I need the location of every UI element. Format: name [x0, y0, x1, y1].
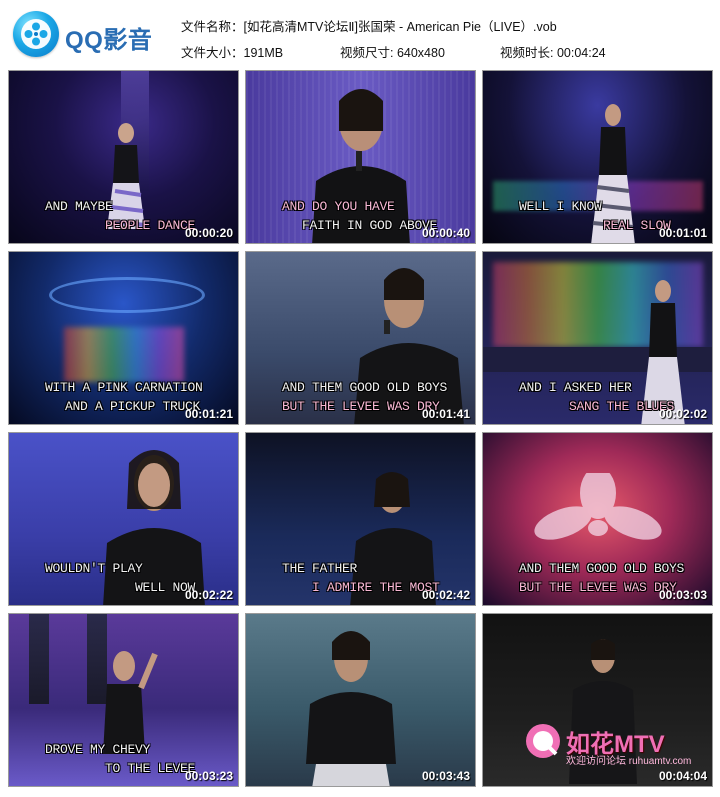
subtitle-line-1: AND MAYBE — [45, 199, 113, 214]
subtitle-line-1: AND I ASKED HER — [519, 380, 632, 395]
header: QQ影音 文件名称：[如花高清MTV论坛Ⅱ]张国荣 - American Pie… — [0, 0, 720, 66]
subtitle-line-2: PEOPLE DANCE — [105, 218, 196, 233]
ruhua-mtv-watermark: 如花MTV 欢迎访问论坛 ruhuamtv.com — [524, 720, 691, 768]
logo-text: QQ影音 — [65, 27, 153, 54]
file-size-row: 文件大小：191MB — [181, 42, 283, 61]
duration-label: 视频时长: — [500, 46, 557, 60]
resolution-row: 视频尺寸: 640x480 — [340, 42, 445, 61]
timestamp: 00:02:42 — [421, 588, 470, 602]
file-name-row: 文件名称：[如花高清MTV论坛Ⅱ]张国荣 - American Pie（LIVE… — [181, 16, 557, 35]
subtitle-line-1: AND THEM GOOD OLD BOYS — [282, 380, 448, 395]
subtitle-line-2: TO THE LEVEE — [105, 761, 196, 776]
subtitle-line-1: AND THEM GOOD OLD BOYS — [519, 561, 685, 576]
video-thumbnail[interactable]: 如花MTV 欢迎访问论坛 ruhuamtv.com 00:04:04 — [482, 613, 713, 787]
subtitle-line-2: FAITH IN GOD ABOVE — [302, 218, 438, 233]
video-thumbnail[interactable]: DROVE MY CHEVY TO THE LEVEE 00:03:23 — [8, 613, 239, 787]
timestamp: 00:00:40 — [421, 226, 470, 240]
qq-player-logo: QQ影音 — [13, 11, 165, 57]
subtitle-line-2: AND A PICKUP TRUCK — [65, 399, 201, 414]
video-thumbnail[interactable]: AND DO YOU HAVE FAITH IN GOD ABOVE 00:00… — [245, 70, 476, 244]
timestamp: 00:04:04 — [658, 769, 707, 783]
subtitle-line-2: I ADMIRE THE MOST — [312, 580, 440, 595]
video-thumbnail[interactable]: 00:03:43 — [245, 613, 476, 787]
file-name-label: 文件名称： — [181, 20, 244, 34]
timestamp: 00:03:43 — [421, 769, 470, 783]
subtitle-line-1: DROVE MY CHEVY — [45, 742, 151, 757]
timestamp: 00:01:41 — [421, 407, 470, 421]
ruhua-logo-icon — [526, 724, 560, 758]
resolution-label: 视频尺寸: — [340, 46, 397, 60]
timestamp: 00:02:22 — [184, 588, 233, 602]
file-size-value: 191MB — [243, 46, 284, 60]
subtitle-line-1: AND DO YOU HAVE — [282, 199, 395, 214]
file-name-value: [如花高清MTV论坛Ⅱ]张国荣 - American Pie（LIVE）.vob — [243, 20, 557, 34]
duration-value: 00:04:24 — [556, 46, 606, 60]
video-thumbnail[interactable]: AND I ASKED HER SANG THE BLUES 00:02:02 — [482, 251, 713, 425]
subtitle-line-2: BUT THE LEVEE WAS DRY — [282, 399, 440, 414]
video-thumbnail[interactable]: AND THEM GOOD OLD BOYS BUT THE LEVEE WAS… — [482, 432, 713, 606]
duration-row: 视频时长: 00:04:24 — [500, 42, 606, 61]
resolution-value: 640x480 — [396, 46, 445, 60]
timestamp: 00:01:21 — [184, 407, 233, 421]
subtitle-line-1: WELL I KNOW — [519, 199, 602, 214]
video-thumbnail[interactable]: THE FATHER I ADMIRE THE MOST 00:02:42 — [245, 432, 476, 606]
timestamp: 00:00:20 — [184, 226, 233, 240]
video-thumbnail[interactable]: AND THEM GOOD OLD BOYS BUT THE LEVEE WAS… — [245, 251, 476, 425]
video-thumbnail[interactable]: AND MAYBE PEOPLE DANCE 00:00:20 — [8, 70, 239, 244]
timestamp: 00:02:02 — [658, 407, 707, 421]
subtitle-line-1: WOULDN'T PLAY — [45, 561, 143, 576]
timestamp: 00:03:23 — [184, 769, 233, 783]
subtitle-line-2: BUT THE LEVEE WAS DRY — [519, 580, 677, 595]
watermark-subtext: 欢迎访问论坛 ruhuamtv.com — [566, 756, 692, 767]
timestamp: 00:01:01 — [658, 226, 707, 240]
file-size-label: 文件大小： — [181, 46, 244, 60]
video-thumbnail[interactable]: WITH A PINK CARNATION AND A PICKUP TRUCK… — [8, 251, 239, 425]
video-thumbnail[interactable]: WELL I KNOW REAL SLOW 00:01:01 — [482, 70, 713, 244]
subtitle-line-1: WITH A PINK CARNATION — [45, 380, 203, 395]
video-thumbnail[interactable]: WOULDN'T PLAY WELL NOW 00:02:22 — [8, 432, 239, 606]
subtitle-line-1: THE FATHER — [282, 561, 358, 576]
timestamp: 00:03:03 — [658, 588, 707, 602]
film-reel-icon — [13, 11, 59, 57]
